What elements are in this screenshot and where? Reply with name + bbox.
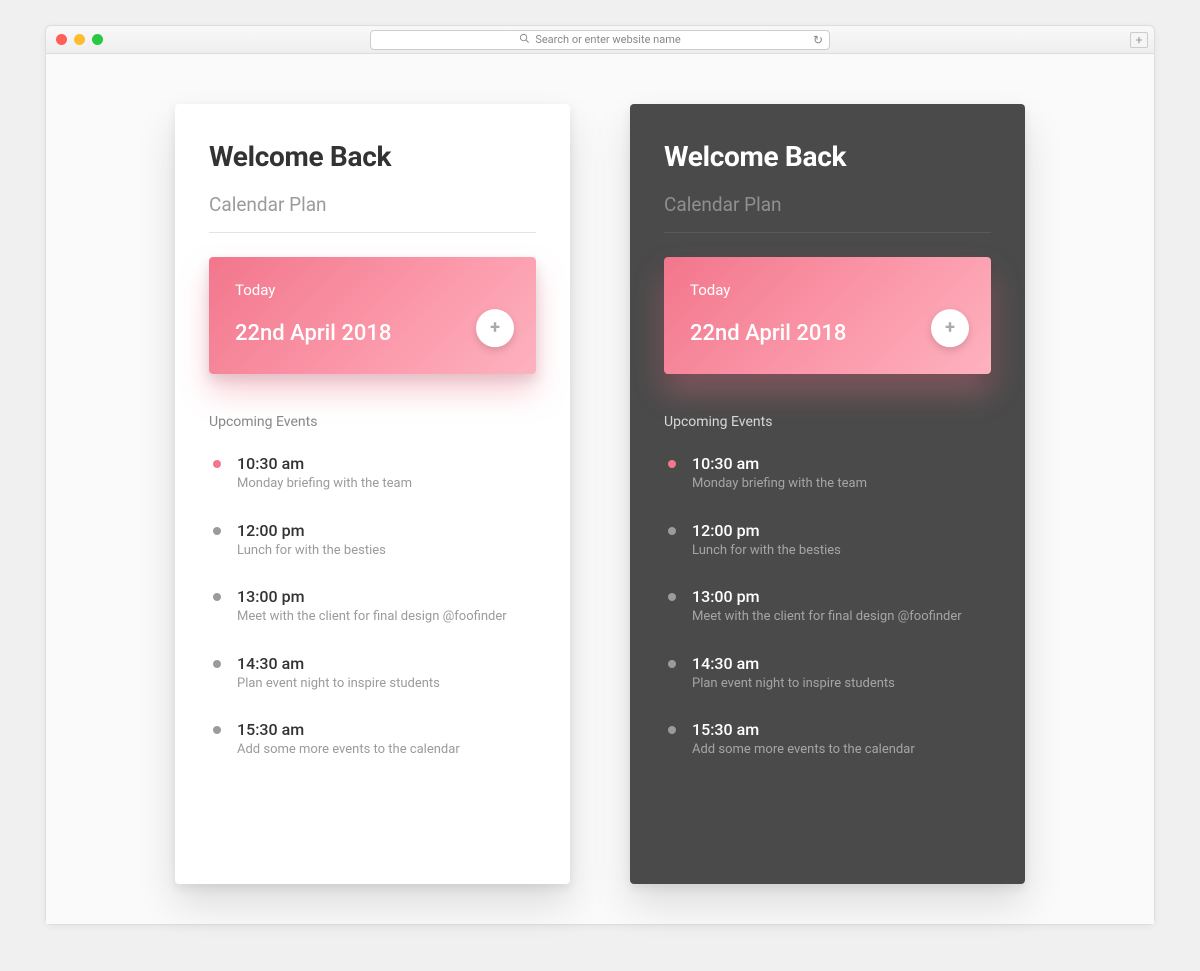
today-label: Today: [235, 281, 510, 299]
card-title: Welcome Back: [209, 140, 536, 173]
event-item[interactable]: 14:30 am Plan event night to inspire stud…: [209, 646, 536, 709]
today-date: 22nd April 2018: [690, 321, 965, 346]
event-description: Lunch for with the besties: [237, 542, 536, 560]
address-bar[interactable]: Search or enter website name ↻: [370, 30, 830, 50]
event-item[interactable]: 13:00 pm Meet with the client for final d…: [664, 579, 991, 642]
bullet-icon: [213, 660, 221, 668]
event-description: Plan event night to inspire students: [237, 675, 536, 693]
event-description: Add some more events to the calendar: [692, 741, 991, 759]
event-item[interactable]: 14:30 am Plan event night to inspire stud…: [664, 646, 991, 709]
event-description: Monday briefing with the team: [692, 475, 991, 493]
traffic-lights: [56, 34, 103, 45]
plus-icon: +: [490, 317, 500, 338]
new-tab-button[interactable]: +: [1130, 32, 1148, 48]
bullet-icon: [668, 660, 676, 668]
events-list-dark: 10:30 am Monday briefing with the team 12:…: [664, 446, 991, 775]
section-heading: Upcoming Events: [209, 414, 536, 430]
reload-icon[interactable]: ↻: [813, 33, 823, 47]
plus-icon: +: [945, 317, 955, 338]
add-event-button[interactable]: +: [476, 309, 514, 347]
search-icon: [519, 33, 530, 47]
event-description: Add some more events to the calendar: [237, 741, 536, 759]
zoom-window-icon[interactable]: [92, 34, 103, 45]
bullet-icon: [668, 726, 676, 734]
event-time: 15:30 am: [692, 720, 991, 739]
card-subtitle: Calendar Plan: [209, 193, 536, 216]
browser-toolbar: Search or enter website name ↻ +: [46, 26, 1154, 54]
card-title: Welcome Back: [664, 140, 991, 173]
today-label: Today: [690, 281, 965, 299]
event-description: Monday briefing with the team: [237, 475, 536, 493]
calendar-card-light: Welcome Back Calendar Plan Today 22nd Ap…: [175, 104, 570, 884]
section-heading: Upcoming Events: [664, 414, 991, 430]
event-time: 12:00 pm: [237, 521, 536, 540]
event-time: 13:00 pm: [237, 587, 536, 606]
event-description: Lunch for with the besties: [692, 542, 991, 560]
bullet-icon: [213, 527, 221, 535]
bullet-icon: [213, 726, 221, 734]
today-date: 22nd April 2018: [235, 321, 510, 346]
event-description: Plan event night to inspire students: [692, 675, 991, 693]
event-time: 10:30 am: [237, 454, 536, 473]
bullet-icon: [668, 593, 676, 601]
divider: [209, 232, 536, 233]
page-content: Welcome Back Calendar Plan Today 22nd Ap…: [46, 54, 1154, 924]
events-list-light: 10:30 am Monday briefing with the team 12:…: [209, 446, 536, 775]
browser-window: Search or enter website name ↻ + Welcome…: [45, 25, 1155, 925]
event-time: 15:30 am: [237, 720, 536, 739]
event-item[interactable]: 13:00 pm Meet with the client for final d…: [209, 579, 536, 642]
event-item[interactable]: 10:30 am Monday briefing with the team: [209, 446, 536, 509]
event-time: 12:00 pm: [692, 521, 991, 540]
event-item[interactable]: 15:30 am Add some more events to the cale…: [209, 712, 536, 775]
minimize-window-icon[interactable]: [74, 34, 85, 45]
today-box: Today 22nd April 2018 +: [209, 257, 536, 374]
close-window-icon[interactable]: [56, 34, 67, 45]
divider: [664, 232, 991, 233]
event-time: 13:00 pm: [692, 587, 991, 606]
bullet-icon: [668, 460, 676, 468]
event-item[interactable]: 12:00 pm Lunch for with the besties: [209, 513, 536, 576]
add-event-button[interactable]: +: [931, 309, 969, 347]
address-placeholder: Search or enter website name: [535, 33, 680, 46]
today-box: Today 22nd April 2018 +: [664, 257, 991, 374]
calendar-card-dark: Welcome Back Calendar Plan Today 22nd Ap…: [630, 104, 1025, 884]
event-time: 14:30 am: [692, 654, 991, 673]
bullet-icon: [213, 593, 221, 601]
event-item[interactable]: 12:00 pm Lunch for with the besties: [664, 513, 991, 576]
event-description: Meet with the client for final design @f…: [692, 608, 991, 626]
event-description: Meet with the client for final design @f…: [237, 608, 536, 626]
bullet-icon: [213, 460, 221, 468]
bullet-icon: [668, 527, 676, 535]
event-item[interactable]: 10:30 am Monday briefing with the team: [664, 446, 991, 509]
event-item[interactable]: 15:30 am Add some more events to the cale…: [664, 712, 991, 775]
event-time: 14:30 am: [237, 654, 536, 673]
event-time: 10:30 am: [692, 454, 991, 473]
card-subtitle: Calendar Plan: [664, 193, 991, 216]
